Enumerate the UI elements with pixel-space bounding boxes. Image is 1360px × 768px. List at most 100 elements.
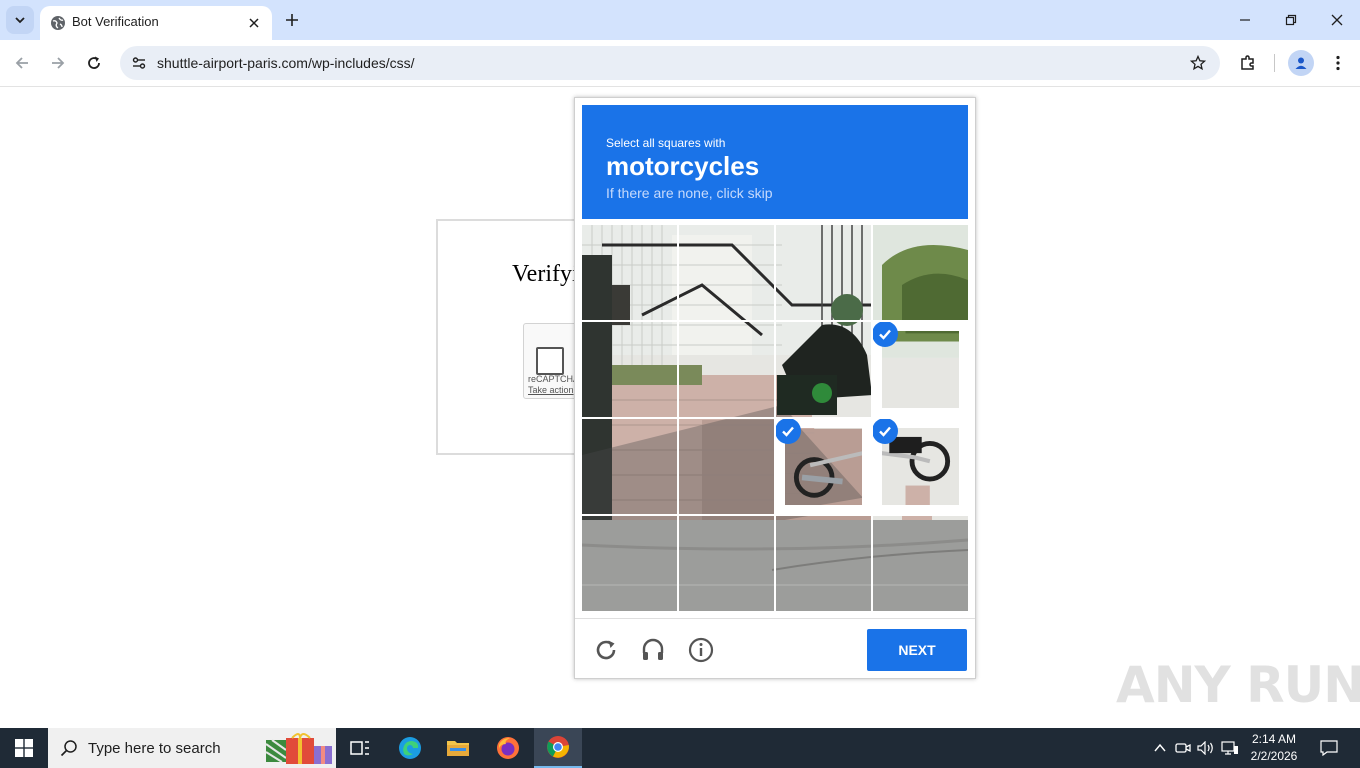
task-view-button[interactable] xyxy=(336,728,384,768)
network-icon xyxy=(1221,741,1238,755)
challenge-header: Select all squares with motorcycles If t… xyxy=(582,105,968,219)
windows-taskbar: Type here to search 2:14 AM 2/2/2026 xyxy=(0,728,1360,768)
site-info-icon[interactable] xyxy=(126,50,152,76)
clock-time: 2:14 AM xyxy=(1251,732,1297,746)
back-button[interactable] xyxy=(8,49,36,77)
audio-challenge-icon[interactable] xyxy=(638,635,668,665)
notification-icon xyxy=(1320,740,1338,756)
bookmark-star-icon[interactable] xyxy=(1186,51,1210,75)
tab-strip: Bot Verification xyxy=(0,0,1360,40)
tray-volume[interactable] xyxy=(1196,738,1216,758)
address-bar[interactable]: shuttle-airport-paris.com/wp-includes/cs… xyxy=(120,46,1220,80)
taskbar-file-explorer[interactable] xyxy=(434,728,482,768)
captcha-tile[interactable] xyxy=(873,322,968,417)
url-text[interactable]: shuttle-airport-paris.com/wp-includes/cs… xyxy=(157,55,415,71)
arrow-right-icon xyxy=(52,57,65,69)
close-icon xyxy=(1331,14,1343,26)
tile-image xyxy=(776,516,871,611)
next-button[interactable]: NEXT xyxy=(867,629,967,671)
challenge-footer: NEXT xyxy=(575,618,975,679)
firefox-icon xyxy=(497,737,519,759)
show-hidden-icons[interactable] xyxy=(1150,738,1170,758)
forward-button[interactable] xyxy=(44,49,72,77)
reload-icon xyxy=(88,56,100,69)
browser-toolbar: shuttle-airport-paris.com/wp-includes/cs… xyxy=(0,40,1360,87)
restore-icon xyxy=(1285,14,1297,26)
taskbar-edge[interactable] xyxy=(386,728,434,768)
taskbar-firefox[interactable] xyxy=(484,728,532,768)
taskbar-search-box[interactable]: Type here to search xyxy=(48,728,336,768)
arrow-left-icon xyxy=(15,57,28,69)
tab-title: Bot Verification xyxy=(72,14,159,29)
tray-network[interactable] xyxy=(1220,738,1240,758)
chevron-up-icon xyxy=(1154,743,1166,752)
challenge-hint: If there are none, click skip xyxy=(606,185,773,201)
tile-image xyxy=(582,322,677,417)
chevron-down-icon xyxy=(15,17,25,24)
challenge-instruction: Select all squares with xyxy=(606,136,726,150)
captcha-tile[interactable] xyxy=(582,322,677,417)
extensions-button[interactable] xyxy=(1234,49,1262,77)
globe-icon xyxy=(51,16,65,30)
recaptcha-take-action-link[interactable]: Take action xyxy=(528,385,574,395)
captcha-tile[interactable] xyxy=(679,322,774,417)
tab-bot-verification[interactable]: Bot Verification xyxy=(40,6,272,40)
tile-image xyxy=(582,516,677,611)
captcha-tile[interactable] xyxy=(776,322,871,417)
windows-logo-icon xyxy=(15,739,33,757)
tile-image xyxy=(679,225,774,320)
tile-image xyxy=(679,516,774,611)
reload-button[interactable] xyxy=(80,49,108,77)
captcha-tile[interactable] xyxy=(776,516,871,611)
puzzle-icon xyxy=(1241,55,1254,70)
notifications-button[interactable] xyxy=(1314,728,1344,768)
tile-image xyxy=(679,419,774,514)
captcha-tile[interactable] xyxy=(679,516,774,611)
start-button[interactable] xyxy=(0,728,48,768)
captcha-tile[interactable] xyxy=(582,516,677,611)
tile-image xyxy=(582,225,677,320)
tray-meet-now[interactable] xyxy=(1173,738,1193,758)
captcha-tile[interactable] xyxy=(776,225,871,320)
captcha-challenge-popup: Select all squares with motorcycles If t… xyxy=(574,97,976,679)
captcha-tile[interactable] xyxy=(873,419,968,514)
edge-icon xyxy=(399,737,421,759)
minimize-icon xyxy=(1240,19,1250,21)
camera-icon xyxy=(1175,743,1191,753)
captcha-tile[interactable] xyxy=(679,225,774,320)
captcha-tile[interactable] xyxy=(582,225,677,320)
clock-date: 2/2/2026 xyxy=(1250,749,1298,763)
reload-challenge-icon[interactable] xyxy=(591,635,621,665)
gifts-icon xyxy=(265,733,332,764)
close-tab-icon[interactable] xyxy=(244,13,264,33)
speaker-icon xyxy=(1197,741,1213,755)
challenge-image-grid xyxy=(582,225,968,611)
captcha-tile[interactable] xyxy=(873,225,968,320)
tile-image xyxy=(582,419,677,514)
close-window-button[interactable] xyxy=(1314,0,1360,40)
minimize-button[interactable] xyxy=(1222,0,1268,40)
captcha-tile[interactable] xyxy=(873,516,968,611)
chrome-menu-button[interactable] xyxy=(1324,49,1352,77)
new-tab-button[interactable] xyxy=(280,8,304,32)
more-vert-icon xyxy=(1336,55,1340,71)
captcha-tile[interactable] xyxy=(582,419,677,514)
tile-image xyxy=(776,322,871,417)
taskbar-clock[interactable]: 2:14 AM 2/2/2026 xyxy=(1246,731,1302,765)
restore-button[interactable] xyxy=(1268,0,1314,40)
captcha-tile[interactable] xyxy=(679,419,774,514)
captcha-tile[interactable] xyxy=(776,419,871,514)
anyrun-watermark: ANY RUN xyxy=(1116,656,1360,714)
task-view-icon xyxy=(350,741,369,755)
recaptcha-brand: reCAPTCHA xyxy=(528,374,580,384)
chrome-icon xyxy=(547,736,569,758)
profile-avatar[interactable] xyxy=(1288,50,1314,76)
tab-search-button[interactable] xyxy=(6,6,34,34)
info-icon[interactable] xyxy=(686,635,716,665)
taskbar-chrome[interactable] xyxy=(534,728,582,768)
folder-icon xyxy=(447,741,469,756)
tile-image xyxy=(776,225,871,320)
search-icon xyxy=(60,740,77,757)
toolbar-separator xyxy=(1274,54,1275,72)
recaptcha-checkbox[interactable] xyxy=(536,347,564,375)
